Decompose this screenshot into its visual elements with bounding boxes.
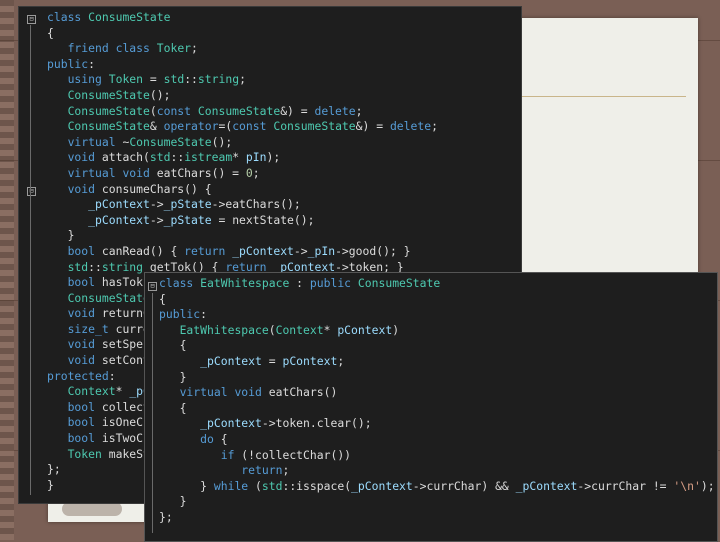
code-line[interactable]: friend class Toker; [47, 41, 438, 57]
code-line[interactable]: } [47, 228, 438, 244]
code-line[interactable]: _pContext = pContext; [159, 354, 715, 370]
backdrop-left-strip [0, 0, 14, 540]
code-line[interactable]: EatWhitespace(Context* pContext) [159, 323, 715, 339]
code-line[interactable]: virtual void eatChars() = 0; [47, 166, 438, 182]
code-line[interactable]: ConsumeState(const ConsumeState&) = dele… [47, 104, 438, 120]
code-line[interactable]: void attach(std::istream* pIn); [47, 150, 438, 166]
code-line[interactable]: do { [159, 432, 715, 448]
code-line[interactable]: { [159, 292, 715, 308]
slide-decoration [62, 502, 122, 516]
code-line[interactable]: public: [159, 307, 715, 323]
code-line[interactable]: class ConsumeState [47, 10, 438, 26]
fold-toggle-icon[interactable]: ⊟ [148, 282, 157, 291]
code-line[interactable]: ConsumeState(); [47, 88, 438, 104]
code-line[interactable]: } [159, 370, 715, 386]
code-line[interactable]: if (!collectChar()) [159, 448, 715, 464]
editor-gutter: ⊟ ⊟ [19, 7, 45, 503]
code-line[interactable]: } [159, 494, 715, 510]
fold-toggle-icon[interactable]: ⊟ [27, 187, 36, 196]
code-line[interactable]: using Token = std::string; [47, 72, 438, 88]
code-line[interactable]: { [159, 401, 715, 417]
code-line[interactable]: _pContext->_pState->eatChars(); [47, 197, 438, 213]
outline-guide-line [152, 293, 153, 533]
code-block-eatwhitespace[interactable]: class EatWhitespace : public ConsumeStat… [159, 276, 715, 526]
code-line[interactable]: } while (std::isspace(_pContext->currCha… [159, 479, 714, 495]
code-line[interactable]: bool canRead() { return _pContext->_pIn-… [47, 244, 438, 260]
code-line[interactable]: class EatWhitespace : public ConsumeStat… [159, 276, 715, 292]
code-line[interactable]: void consumeChars() { [47, 182, 438, 198]
code-line[interactable]: { [159, 338, 715, 354]
code-line[interactable]: }; [159, 510, 715, 526]
fold-toggle-icon[interactable]: ⊟ [27, 15, 36, 24]
code-line[interactable]: ConsumeState& operator=(const ConsumeSta… [47, 119, 438, 135]
outline-guide-line [30, 25, 31, 495]
code-line[interactable]: public: [47, 57, 438, 73]
slide-divider [518, 96, 686, 97]
code-line[interactable]: virtual void eatChars() [159, 385, 715, 401]
code-line[interactable]: return; [159, 463, 715, 479]
code-line[interactable]: virtual ~ConsumeState(); [47, 135, 438, 151]
code-editor-eatwhitespace[interactable]: ⊟ class EatWhitespace : public ConsumeSt… [144, 272, 718, 542]
code-line[interactable]: { [47, 26, 438, 42]
code-line[interactable]: _pContext->token.clear(); [159, 416, 715, 432]
code-line[interactable]: _pContext->_pState = nextState(); [47, 213, 438, 229]
